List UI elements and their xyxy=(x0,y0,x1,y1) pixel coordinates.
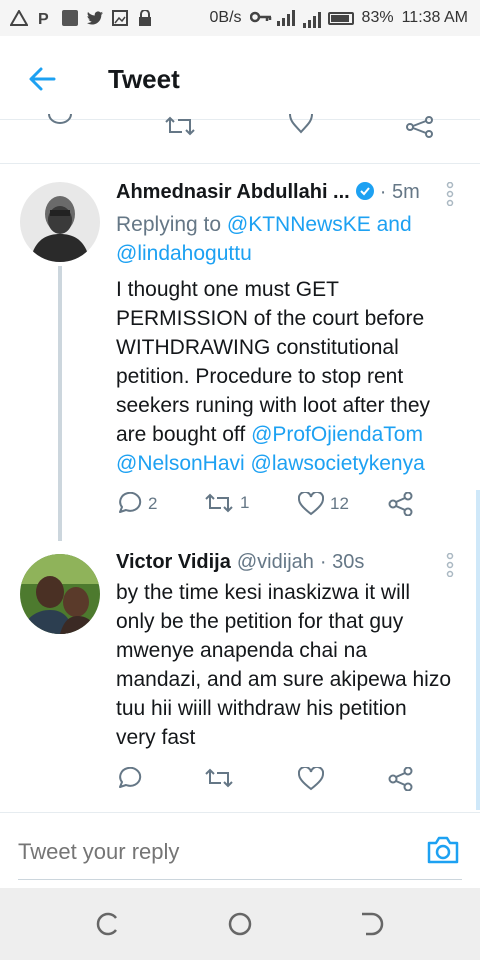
reply-icon xyxy=(116,767,142,791)
retweet-count: 1 xyxy=(240,493,250,512)
like-button[interactable] xyxy=(298,767,324,791)
camera-icon[interactable] xyxy=(426,835,460,865)
previous-tweet-actions xyxy=(0,112,480,164)
tweet-text: by the time kesi inaskizwa it will only … xyxy=(116,578,466,752)
tweet-header: Ahmednasir Abdullahi ... · 5m xyxy=(116,180,420,204)
tweet-timestamp: · 30s xyxy=(319,551,365,573)
navigation-bar xyxy=(0,888,480,960)
reply-button[interactable]: 2 xyxy=(116,492,157,516)
tweet-text-line: only be the petition for that guy xyxy=(116,610,404,633)
home-icon[interactable] xyxy=(226,910,254,938)
replying-to-label: Replying to xyxy=(116,213,227,236)
pinterest-icon: P xyxy=(36,10,54,28)
tweet-text-line: I thought one must GET xyxy=(116,278,339,301)
back-icon[interactable] xyxy=(358,910,386,938)
like-icon xyxy=(298,492,324,516)
status-bar: P 0B/s 83% 11:38 AM xyxy=(0,0,480,36)
battery-icon xyxy=(327,11,354,25)
share-icon xyxy=(388,492,414,516)
share-icon xyxy=(388,767,414,791)
verified-badge-icon xyxy=(355,182,374,200)
status-bar-right: 0B/s 83% 11:38 AM xyxy=(209,9,468,28)
more-options-icon[interactable] xyxy=(446,552,454,578)
mention-link[interactable]: @lawsocietykenya xyxy=(251,452,425,475)
share-button[interactable] xyxy=(388,767,414,791)
key-icon xyxy=(249,10,271,26)
mention-link[interactable]: @ProfOjiendaTom xyxy=(251,423,423,446)
twitter-icon xyxy=(86,10,104,26)
reply-icon xyxy=(116,492,142,516)
clock: 11:38 AM xyxy=(401,9,468,26)
author-name[interactable]: Victor Vidija xyxy=(116,551,231,574)
app-bar: Tweet xyxy=(0,36,480,120)
tweet-text-line: very fast xyxy=(116,726,196,749)
reply-icon[interactable] xyxy=(46,112,74,132)
tweet-actions xyxy=(116,767,436,797)
recent-apps-icon[interactable] xyxy=(94,910,122,938)
reply-composer xyxy=(0,812,480,886)
tweet-header: Victor Vidija @vidijah · 30s xyxy=(116,551,364,574)
like-icon[interactable] xyxy=(288,112,314,134)
like-button[interactable]: 12 xyxy=(298,492,349,516)
retweet-icon[interactable] xyxy=(164,116,196,136)
back-arrow-icon[interactable] xyxy=(28,66,56,92)
tweet-text-line: by the time kesi inaskizwa it will xyxy=(116,581,411,604)
author-name[interactable]: Ahmednasir Abdullahi ... xyxy=(116,181,350,204)
retweet-icon xyxy=(204,767,234,789)
reply-input[interactable] xyxy=(18,839,408,865)
retweet-icon xyxy=(204,492,234,514)
replying-to-and: and xyxy=(370,213,412,236)
avatar[interactable] xyxy=(20,554,100,634)
lock-icon xyxy=(138,9,156,26)
tweet-text-line: mandazi, and am sure akipewa hizo xyxy=(116,668,452,691)
app-notification-icon xyxy=(62,10,78,26)
tweet-card[interactable]: Victor Vidija @vidijah · 30s by the time… xyxy=(0,541,480,811)
author-handle[interactable]: @vidijah xyxy=(237,551,314,574)
tweet-text-line: petition. Procedure to stop rent xyxy=(116,365,404,388)
share-button[interactable] xyxy=(388,492,414,516)
tweet-text-line: mwenye anapenda chai na xyxy=(116,639,368,662)
warning-icon xyxy=(9,8,29,26)
svg-text:P: P xyxy=(38,11,49,26)
more-options-icon[interactable] xyxy=(446,181,454,207)
thread-line xyxy=(58,266,62,541)
tweet-timestamp: · 5m xyxy=(379,181,420,203)
signal-icon xyxy=(276,10,295,26)
tweet-text-line: WITHDRAWING constitutional xyxy=(116,336,399,359)
share-icon[interactable] xyxy=(406,116,434,138)
retweet-button[interactable]: 1 xyxy=(204,492,249,514)
tweet-text: I thought one must GET PERMISSION of the… xyxy=(116,275,466,478)
reply-input-underline xyxy=(18,879,462,880)
mention-link[interactable]: @NelsonHavi xyxy=(116,452,245,475)
mention-link[interactable]: @lindahoguttu xyxy=(116,242,252,265)
reply-button[interactable] xyxy=(116,767,142,791)
avatar[interactable] xyxy=(20,182,100,262)
signal-4g-icon xyxy=(302,10,321,28)
mention-link[interactable]: @KTNNewsKE xyxy=(227,213,371,236)
replying-to: Replying to @KTNNewsKE and @lindahoguttu xyxy=(116,210,456,268)
tweet-text-line: tuu hii wiill withdraw his petition xyxy=(116,697,407,720)
page-title: Tweet xyxy=(108,64,180,94)
like-icon xyxy=(298,767,324,791)
like-count: 12 xyxy=(330,494,349,513)
retweet-button[interactable] xyxy=(204,767,234,789)
tweet-text-fragment: are bought off xyxy=(116,423,252,446)
network-speed: 0B/s xyxy=(209,9,242,26)
battery-percent: 83% xyxy=(361,9,394,26)
reply-count: 2 xyxy=(148,494,158,513)
tweet-text-line: are bought off @ProfOjiendaTom xyxy=(116,420,466,449)
tweet-text-line: seekers runing with loot after they xyxy=(116,394,430,417)
status-bar-left: P xyxy=(9,8,156,28)
tweet-text-line: @NelsonHavi @lawsocietykenya xyxy=(116,449,466,478)
tweet-actions: 2 1 12 xyxy=(116,492,436,522)
scrollbar[interactable] xyxy=(476,490,480,810)
tweet-text-line: PERMISSION of the court before xyxy=(116,307,425,330)
image-icon xyxy=(112,10,130,26)
tweet-card[interactable]: Ahmednasir Abdullahi ... · 5m Replying t… xyxy=(0,166,480,541)
